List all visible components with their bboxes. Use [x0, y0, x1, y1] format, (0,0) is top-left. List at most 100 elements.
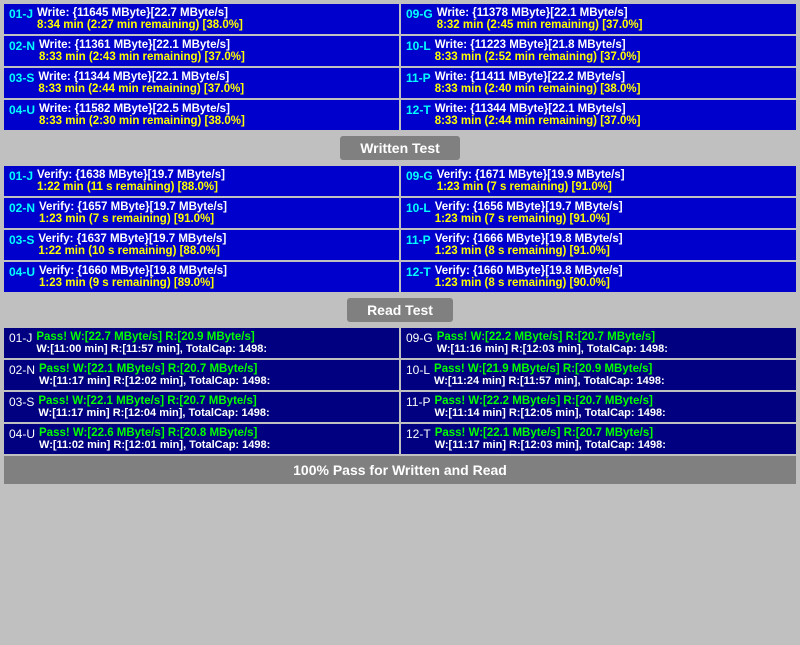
verify-cell-04u: 04-U Verify: {1660 MByte}[19.8 MByte/s] …	[4, 262, 399, 292]
write-line2-01j: 8:34 min (2:27 min remaining) [38.0%]	[37, 19, 243, 31]
written-test-label: Written Test	[340, 136, 460, 160]
row-label-03s: 03-S	[9, 71, 34, 85]
read-test-label: Read Test	[347, 298, 453, 322]
pass-line1-10l: Pass! W:[21.9 MByte/s] R:[20.9 MByte/s]	[434, 363, 665, 375]
verify-label-01j: 01-J	[9, 169, 33, 183]
verify-line1-11p: Verify: {1666 MByte}[19.8 MByte/s]	[435, 233, 623, 245]
pass-cell-12t: 12-T Pass! W:[22.1 MByte/s] R:[20.7 MByt…	[401, 424, 796, 454]
write-line1-03s: Write: {11344 MByte}[22.1 MByte/s]	[38, 71, 244, 83]
write-cell-03s: 03-S Write: {11344 MByte}[22.1 MByte/s] …	[4, 68, 399, 98]
write-line1-10l: Write: {11223 MByte}[21.8 MByte/s]	[435, 39, 641, 51]
row-label-09g: 09-G	[406, 7, 433, 21]
verify-line1-02n: Verify: {1657 MByte}[19.7 MByte/s]	[39, 201, 227, 213]
pass-line1-04u: Pass! W:[22.6 MByte/s] R:[20.8 MByte/s]	[39, 427, 270, 439]
verify-line2-10l: 1:23 min (7 s remaining) [91.0%]	[435, 213, 623, 225]
pass-cell-01j: 01-J Pass! W:[22.7 MByte/s] R:[20.9 MByt…	[4, 328, 399, 358]
verify-line2-01j: 1:22 min (11 s remaining) [88.0%]	[37, 181, 225, 193]
pass-label-03s: 03-S	[9, 395, 34, 409]
verify-section: 01-J Verify: {1638 MByte}[19.7 MByte/s] …	[4, 166, 796, 326]
verify-cell-02n: 02-N Verify: {1657 MByte}[19.7 MByte/s] …	[4, 198, 399, 228]
row-label-12t: 12-T	[406, 103, 431, 117]
write-cell-04u: 04-U Write: {11582 MByte}[22.5 MByte/s] …	[4, 100, 399, 130]
pass-cell-04u: 04-U Pass! W:[22.6 MByte/s] R:[20.8 MByt…	[4, 424, 399, 454]
verify-line1-12t: Verify: {1660 MByte}[19.8 MByte/s]	[435, 265, 623, 277]
pass-line2-03s: W:[11:17 min] R:[12:04 min], TotalCap: 1…	[38, 407, 269, 419]
verify-cell-09g: 09-G Verify: {1671 MByte}[19.9 MByte/s] …	[401, 166, 796, 196]
pass-label-10l: 10-L	[406, 363, 430, 377]
row-label-04u: 04-U	[9, 103, 35, 117]
write-cell-09g: 09-G Write: {11378 MByte}[22.1 MByte/s] …	[401, 4, 796, 34]
write-cell-11p: 11-P Write: {11411 MByte}[22.2 MByte/s] …	[401, 68, 796, 98]
pass-label-01j: 01-J	[9, 331, 32, 345]
verify-label-10l: 10-L	[406, 201, 431, 215]
pass-cell-03s: 03-S Pass! W:[22.1 MByte/s] R:[20.7 MByt…	[4, 392, 399, 422]
write-line2-04u: 8:33 min (2:30 min remaining) [38.0%]	[39, 115, 245, 127]
main-container: 01-J Write: {11645 MByte}[22.7 MByte/s] …	[0, 0, 800, 488]
row-label-01j: 01-J	[9, 7, 33, 21]
verify-cell-03s: 03-S Verify: {1637 MByte}[19.7 MByte/s] …	[4, 230, 399, 260]
pass-line1-02n: Pass! W:[22.1 MByte/s] R:[20.7 MByte/s]	[39, 363, 270, 375]
write-cell-12t: 12-T Write: {11344 MByte}[22.1 MByte/s] …	[401, 100, 796, 130]
pass-line1-12t: Pass! W:[22.1 MByte/s] R:[20.7 MByte/s]	[435, 427, 666, 439]
write-line2-09g: 8:32 min (2:45 min remaining) [37.0%]	[437, 19, 643, 31]
pass-cell-10l: 10-L Pass! W:[21.9 MByte/s] R:[20.9 MByt…	[401, 360, 796, 390]
verify-line1-10l: Verify: {1656 MByte}[19.7 MByte/s]	[435, 201, 623, 213]
verify-line1-09g: Verify: {1671 MByte}[19.9 MByte/s]	[437, 169, 625, 181]
pass-line1-09g: Pass! W:[22.2 MByte/s] R:[20.7 MByte/s]	[437, 331, 668, 343]
verify-cell-11p: 11-P Verify: {1666 MByte}[19.8 MByte/s] …	[401, 230, 796, 260]
write-line2-03s: 8:33 min (2:44 min remaining) [37.0%]	[38, 83, 244, 95]
verify-label-04u: 04-U	[9, 265, 35, 279]
pass-cell-11p: 11-P Pass! W:[22.2 MByte/s] R:[20.7 MByt…	[401, 392, 796, 422]
write-cell-10l: 10-L Write: {11223 MByte}[21.8 MByte/s] …	[401, 36, 796, 66]
write-line1-09g: Write: {11378 MByte}[22.1 MByte/s]	[437, 7, 643, 19]
verify-line2-03s: 1:22 min (10 s remaining) [88.0%]	[38, 245, 226, 257]
verify-line1-01j: Verify: {1638 MByte}[19.7 MByte/s]	[37, 169, 225, 181]
verify-line2-02n: 1:23 min (7 s remaining) [91.0%]	[39, 213, 227, 225]
pass-line2-10l: W:[11:24 min] R:[11:57 min], TotalCap: 1…	[434, 375, 665, 387]
write-line2-10l: 8:33 min (2:52 min remaining) [37.0%]	[435, 51, 641, 63]
verify-cell-01j: 01-J Verify: {1638 MByte}[19.7 MByte/s] …	[4, 166, 399, 196]
verify-label-09g: 09-G	[406, 169, 433, 183]
row-label-10l: 10-L	[406, 39, 431, 53]
verify-label-02n: 02-N	[9, 201, 35, 215]
write-line1-02n: Write: {11361 MByte}[22.1 MByte/s]	[39, 39, 245, 51]
verify-label-11p: 11-P	[406, 233, 431, 247]
write-cell-02n: 02-N Write: {11361 MByte}[22.1 MByte/s] …	[4, 36, 399, 66]
verify-cell-10l: 10-L Verify: {1656 MByte}[19.7 MByte/s] …	[401, 198, 796, 228]
write-line1-04u: Write: {11582 MByte}[22.5 MByte/s]	[39, 103, 245, 115]
write-cell-01j: 01-J Write: {11645 MByte}[22.7 MByte/s] …	[4, 4, 399, 34]
verify-label-12t: 12-T	[406, 265, 431, 279]
pass-label-04u: 04-U	[9, 427, 35, 441]
read-test-label-row: Read Test	[4, 294, 796, 326]
pass-line2-02n: W:[11:17 min] R:[12:02 min], TotalCap: 1…	[39, 375, 270, 387]
pass-label-11p: 11-P	[406, 395, 430, 409]
pass-cell-09g: 09-G Pass! W:[22.2 MByte/s] R:[20.7 MByt…	[401, 328, 796, 358]
verify-label-03s: 03-S	[9, 233, 34, 247]
row-label-11p: 11-P	[406, 71, 431, 85]
verify-line2-09g: 1:23 min (7 s remaining) [91.0%]	[437, 181, 625, 193]
pass-label-12t: 12-T	[406, 427, 431, 441]
pass-line1-03s: Pass! W:[22.1 MByte/s] R:[20.7 MByte/s]	[38, 395, 269, 407]
pass-label-02n: 02-N	[9, 363, 35, 377]
pass-cell-02n: 02-N Pass! W:[22.1 MByte/s] R:[20.7 MByt…	[4, 360, 399, 390]
pass-line2-01j: W:[11:00 min] R:[11:57 min], TotalCap: 1…	[36, 343, 267, 355]
write-line1-01j: Write: {11645 MByte}[22.7 MByte/s]	[37, 7, 243, 19]
verify-line1-03s: Verify: {1637 MByte}[19.7 MByte/s]	[38, 233, 226, 245]
verify-line2-04u: 1:23 min (9 s remaining) [89.0%]	[39, 277, 227, 289]
write-line1-12t: Write: {11344 MByte}[22.1 MByte/s]	[435, 103, 641, 115]
write-line2-11p: 8:33 min (2:40 min remaining) [38.0%]	[435, 83, 641, 95]
pass-line1-11p: Pass! W:[22.2 MByte/s] R:[20.7 MByte/s]	[434, 395, 665, 407]
write-line2-12t: 8:33 min (2:44 min remaining) [37.0%]	[435, 115, 641, 127]
written-test-label-row: Written Test	[4, 132, 796, 164]
write-line2-02n: 8:33 min (2:43 min remaining) [37.0%]	[39, 51, 245, 63]
pass-line2-09g: W:[11:16 min] R:[12:03 min], TotalCap: 1…	[437, 343, 668, 355]
pass-line2-04u: W:[11:02 min] R:[12:01 min], TotalCap: 1…	[39, 439, 270, 451]
pass-line2-12t: W:[11:17 min] R:[12:03 min], TotalCap: 1…	[435, 439, 666, 451]
write-line1-11p: Write: {11411 MByte}[22.2 MByte/s]	[435, 71, 641, 83]
pass-line2-11p: W:[11:14 min] R:[12:05 min], TotalCap: 1…	[434, 407, 665, 419]
verify-line1-04u: Verify: {1660 MByte}[19.8 MByte/s]	[39, 265, 227, 277]
read-section: 01-J Pass! W:[22.7 MByte/s] R:[20.9 MByt…	[4, 328, 796, 454]
pass-line1-01j: Pass! W:[22.7 MByte/s] R:[20.9 MByte/s]	[36, 331, 267, 343]
verify-line2-12t: 1:23 min (8 s remaining) [90.0%]	[435, 277, 623, 289]
verify-cell-12t: 12-T Verify: {1660 MByte}[19.8 MByte/s] …	[401, 262, 796, 292]
